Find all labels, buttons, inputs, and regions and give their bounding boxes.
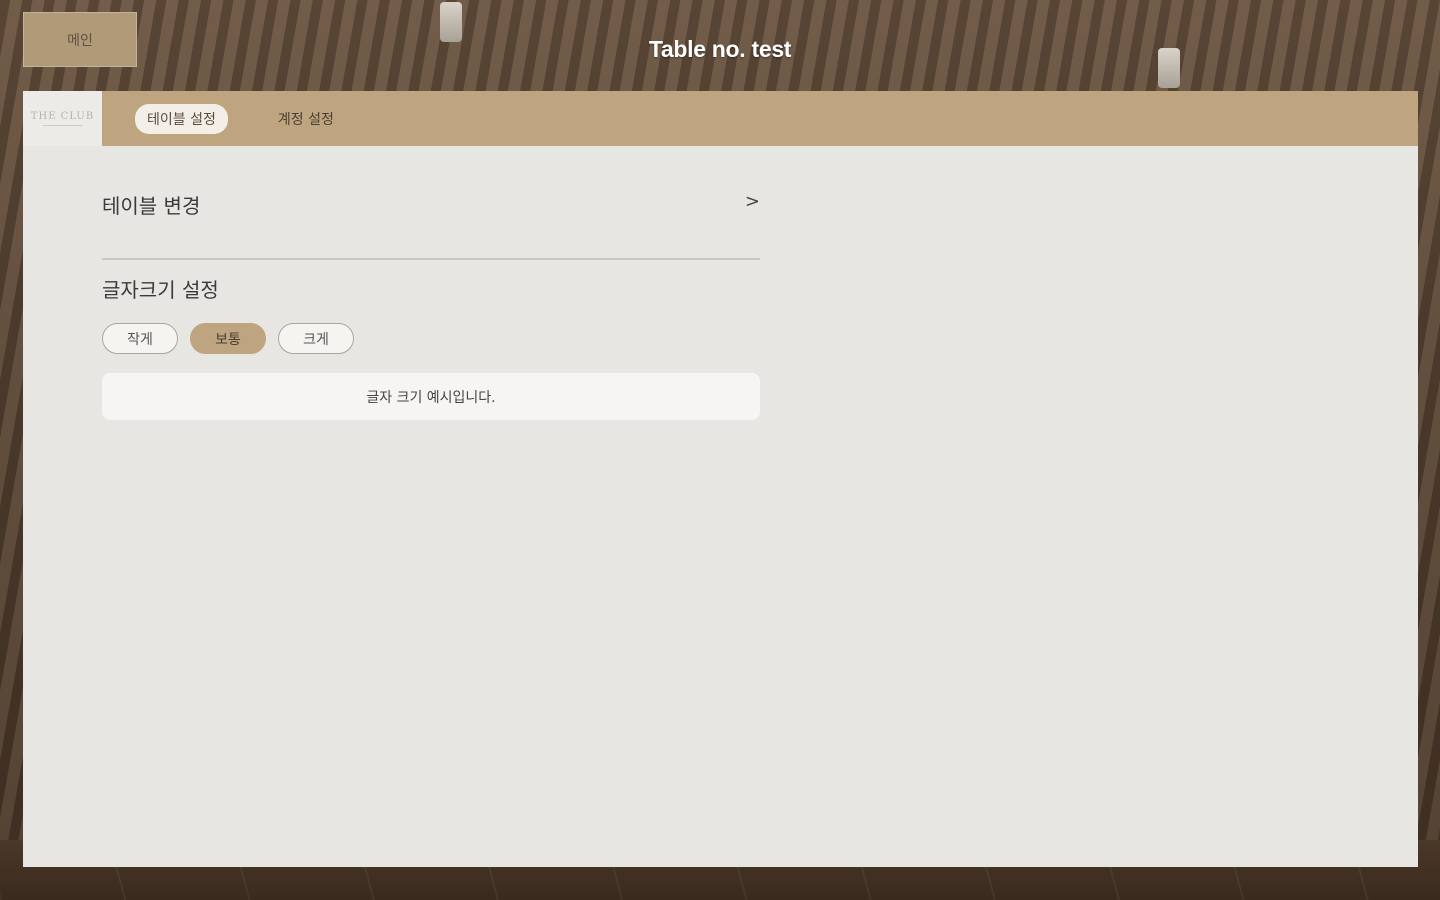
font-size-options: 작게 보통 크게 xyxy=(102,323,760,354)
table-settings-content: 테이블 변경 > 글자크기 설정 작게 보통 크게 글자 크기 예시입니다. xyxy=(102,146,760,420)
font-size-large-button[interactable]: 크게 xyxy=(278,323,354,354)
font-size-title: 글자크기 설정 xyxy=(102,278,219,302)
change-table-label: 테이블 변경 xyxy=(102,194,201,218)
chevron-right-icon: > xyxy=(744,191,760,212)
font-size-normal-button[interactable]: 보통 xyxy=(190,323,266,354)
settings-panel: THE CLUB 테이블 설정 계정 설정 테이블 변경 > 글자크기 설정 작… xyxy=(23,91,1418,867)
logo-text: THE CLUB xyxy=(30,111,95,122)
tab-table-settings[interactable]: 테이블 설정 xyxy=(135,103,228,134)
font-size-small-button[interactable]: 작게 xyxy=(102,323,178,354)
tab-bar: 테이블 설정 계정 설정 xyxy=(102,91,1418,146)
font-size-preview: 글자 크기 예시입니다. xyxy=(102,373,760,420)
logo-underline xyxy=(42,125,83,126)
logo: THE CLUB xyxy=(23,91,102,146)
change-table-row[interactable]: 테이블 변경 > xyxy=(102,146,760,260)
page-title: Table no. test xyxy=(648,36,792,62)
tab-account-settings[interactable]: 계정 설정 xyxy=(266,104,346,134)
